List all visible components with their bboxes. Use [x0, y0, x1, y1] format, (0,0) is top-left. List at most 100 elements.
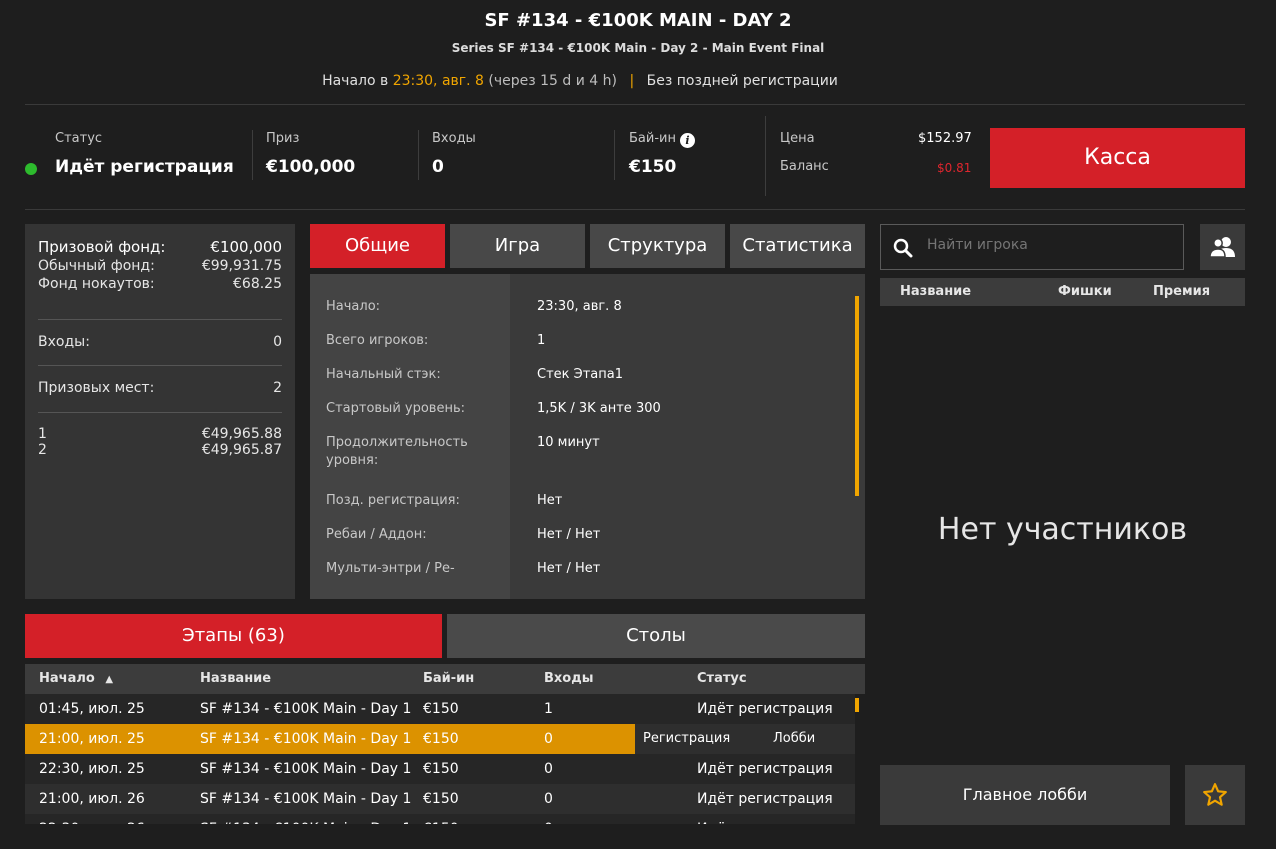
th-buyin[interactable]: Бай-ин [423, 664, 474, 694]
table-row[interactable]: 01:45, июл. 25 SF #134 - €100K Main - Da… [25, 694, 855, 724]
tab-game[interactable]: Игра [450, 224, 585, 268]
info-value: Стек Этапа1 [537, 367, 623, 382]
info-value: 1,5K / 3K анте 300 [537, 401, 661, 416]
info-scrollbar[interactable] [855, 296, 859, 496]
info-label: Всего игроков: [326, 333, 429, 348]
prize-label: Приз [266, 131, 300, 146]
status-value: Идёт регистрация [55, 157, 234, 177]
prize-entries-value: 0 [273, 334, 282, 350]
cell-name: SF #134 - €100K Main - Day 1 [200, 701, 412, 717]
start-time: 23:30, авг. 8 [392, 73, 484, 89]
row-actions: Регистрация Лобби [635, 724, 855, 754]
prize-regular-value: €99,931.75 [201, 258, 282, 274]
sort-asc-icon: ▲ [105, 674, 114, 685]
th-start[interactable]: Начало ▲ [39, 664, 113, 695]
stages-table-header: Начало ▲ Название Бай-ин Входы Статус [25, 664, 865, 694]
prize-places-value: 2 [273, 380, 282, 396]
tab-tables[interactable]: Столы [447, 614, 865, 658]
search-icon [893, 238, 913, 258]
prize-pool-panel: Призовой фонд: €100,000 Обычный фонд: €9… [25, 224, 295, 599]
info-icon[interactable]: i [679, 133, 695, 148]
stats-divider [25, 209, 1245, 210]
cell-buyin: €150 [423, 731, 459, 747]
prize-knockout-value: €68.25 [233, 276, 282, 292]
payout-place: 2 [38, 442, 47, 458]
info-value: 23:30, авг. 8 [537, 299, 622, 314]
prize-divider [38, 365, 282, 366]
price-value: $152.97 [918, 131, 972, 146]
prize-divider [38, 319, 282, 320]
general-info-panel: Начало: 23:30, авг. 8 Всего игроков: 1 Н… [310, 274, 865, 599]
cashier-button[interactable]: Касса [990, 128, 1245, 188]
table-row[interactable]: 22:30, июл. 25 SF #134 - €100K Main - Da… [25, 754, 855, 784]
th-entries[interactable]: Входы [544, 664, 593, 694]
cell-name: SF #134 - €100K Main - Day 1 [200, 731, 412, 747]
star-icon [1203, 783, 1227, 806]
prize-knockout-row: Фонд нокаутов: €68.25 [38, 276, 282, 292]
players-table-header: Название Фишки Премия [880, 278, 1245, 306]
payout-amount: €49,965.87 [201, 442, 282, 458]
table-row[interactable]: 22:30, июл. 26 SF #134 - €100K Main - Da… [25, 814, 855, 824]
prize-regular-row: Обычный фонд: €99,931.75 [38, 258, 282, 274]
cell-start: 22:30, июл. 25 [39, 761, 145, 777]
col-prize: Премия [1153, 284, 1211, 299]
payout-place: 1 [38, 426, 47, 442]
info-label: Ребаи / Аддон: [326, 527, 427, 542]
info-label: Позд. регистрация: [326, 493, 460, 508]
col-name: Название [900, 284, 972, 299]
table-row[interactable]: 21:00, июл. 26 SF #134 - €100K Main - Da… [25, 784, 855, 814]
stat-divider [765, 116, 766, 196]
entries-value: 0 [432, 157, 444, 177]
cell-entries: 0 [544, 814, 553, 824]
users-icon [1210, 237, 1235, 258]
cell-buyin: €150 [423, 761, 459, 777]
info-label: Продолжительность уровня: [326, 435, 468, 468]
search-input[interactable] [927, 237, 1167, 253]
lobby-button[interactable]: Лобби [773, 724, 815, 754]
prize-places-label: Призовых мест: [38, 380, 155, 396]
prize-total-label: Призовой фонд: [38, 238, 166, 256]
stages-table-body: 01:45, июл. 25 SF #134 - €100K Main - Da… [25, 694, 865, 824]
info-value: 1 [537, 333, 546, 348]
late-registration: Без поздней регистрации [646, 73, 838, 89]
stat-divider [418, 130, 419, 180]
th-name[interactable]: Название [200, 664, 271, 694]
cell-buyin: €150 [423, 814, 459, 824]
stages-scrollbar[interactable] [855, 698, 859, 712]
prize-total-value: €100,000 [210, 238, 282, 256]
th-status[interactable]: Статус [697, 664, 747, 694]
col-chips: Фишки [1058, 284, 1112, 299]
stat-divider [614, 130, 615, 180]
buyin-label-wrap: Бай-ин i [629, 131, 695, 148]
info-label: Мульти-энтри / Ре- [326, 561, 455, 576]
info-value: Нет / Нет [537, 527, 601, 542]
cell-name: SF #134 - €100K Main - Day 1 [200, 791, 412, 807]
register-button[interactable]: Регистрация [643, 724, 730, 754]
player-search-field[interactable] [880, 224, 1184, 270]
table-row-selected[interactable]: 21:00, июл. 25 SF #134 - €100K Main - Da… [25, 724, 635, 754]
price-label: Цена [780, 131, 815, 146]
balance-value: $0.81 [937, 161, 972, 175]
tab-general[interactable]: Общие [310, 224, 445, 268]
no-players-message: Нет участников [937, 512, 1188, 547]
prize-regular-label: Обычный фонд: [38, 258, 155, 274]
tab-statistics[interactable]: Статистика [730, 224, 865, 268]
cell-status: Идёт регистрация [697, 814, 833, 824]
cell-entries: 0 [544, 731, 553, 747]
prize-total-row: Призовой фонд: €100,000 [38, 238, 282, 256]
main-lobby-button[interactable]: Главное лобби [880, 765, 1170, 825]
tab-structure[interactable]: Структура [590, 224, 725, 268]
payout-amount: €49,965.88 [201, 426, 282, 442]
players-list-button[interactable] [1200, 224, 1245, 270]
cell-entries: 0 [544, 791, 553, 807]
cell-status: Идёт регистрация [697, 761, 833, 777]
prize-places-row: Призовых мест: 2 [38, 380, 282, 396]
tab-stages[interactable]: Этапы (63) [25, 614, 442, 658]
favorite-button[interactable] [1185, 765, 1245, 825]
cell-start: 21:00, июл. 25 [39, 731, 145, 747]
cell-entries: 0 [544, 761, 553, 777]
payout-row: 1 €49,965.88 [38, 426, 282, 442]
countdown: (через 15 d и 4 h) [488, 73, 617, 89]
info-value: Нет / Нет [537, 561, 601, 576]
tournament-subtitle: Series SF #134 - €100K Main - Day 2 - Ma… [451, 41, 825, 55]
